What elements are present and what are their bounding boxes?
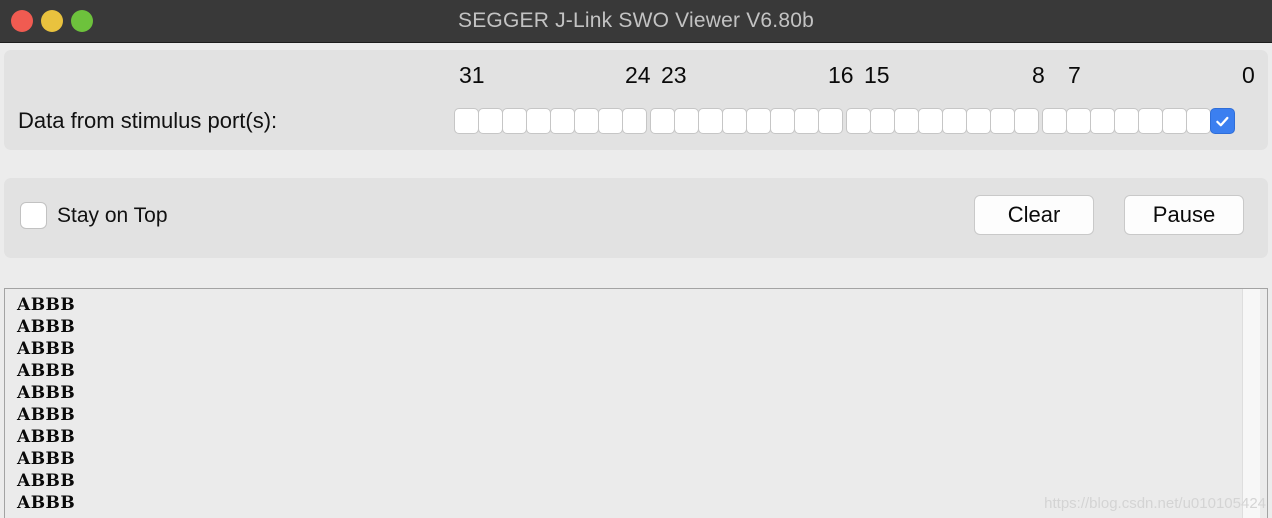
port-checkbox-bits-7-0-7[interactable] [1210, 108, 1235, 134]
port-checkbox-bits-31-24-4[interactable] [550, 108, 575, 134]
port-checkbox-bits-31-24-6[interactable] [598, 108, 623, 134]
port-checkbox-bits-15-8-5[interactable] [966, 108, 991, 134]
bit-label-31: 31 [459, 62, 485, 88]
port-checkbox-bits-7-0-3[interactable] [1114, 108, 1139, 134]
window-title: SEGGER J-Link SWO Viewer V6.80b [458, 9, 814, 32]
port-group-bits-15-8 [846, 108, 1039, 134]
bit-label-8: 8 [1032, 62, 1045, 88]
pause-button[interactable]: Pause [1124, 195, 1244, 235]
bit-label-16: 16 [828, 62, 854, 88]
port-checkbox-bits-31-24-3[interactable] [526, 108, 551, 134]
port-checkbox-bits-7-0-0[interactable] [1042, 108, 1067, 134]
clear-button[interactable]: Clear [974, 195, 1094, 235]
port-checkbox-bits-23-16-3[interactable] [722, 108, 747, 134]
port-checkbox-bits-23-16-6[interactable] [794, 108, 819, 134]
port-group-bits-7-0 [1042, 108, 1235, 134]
port-checkbox-bits-15-8-3[interactable] [918, 108, 943, 134]
stimulus-port-checkbox-groups [454, 108, 1235, 134]
port-checkbox-bits-31-24-2[interactable] [502, 108, 527, 134]
log-vertical-scrollbar[interactable] [1242, 289, 1260, 518]
close-button[interactable] [11, 10, 33, 32]
log-line: ABBB [17, 361, 76, 381]
log-line: ABBB [17, 427, 76, 447]
bit-label-15: 15 [864, 62, 890, 88]
bit-label-23: 23 [661, 62, 687, 88]
port-checkbox-bits-15-8-0[interactable] [846, 108, 871, 134]
log-line: ABBB [17, 339, 76, 359]
zoom-button[interactable] [71, 10, 93, 32]
log-line: ABBB [17, 449, 76, 469]
stimulus-port-label: Data from stimulus port(s): [18, 108, 278, 133]
port-checkbox-bits-31-24-0[interactable] [454, 108, 479, 134]
app-window: SEGGER J-Link SWO Viewer V6.80b 31 24 23 16… [0, 0, 1272, 518]
minimize-button[interactable] [41, 10, 63, 32]
port-checkbox-bits-31-24-1[interactable] [478, 108, 503, 134]
bit-label-0: 0 [1242, 62, 1255, 88]
controls-panel: Stay on Top Clear Pause [4, 178, 1268, 258]
traffic-light-buttons [11, 0, 93, 42]
port-group-bits-23-16 [650, 108, 843, 134]
port-checkbox-bits-15-8-6[interactable] [990, 108, 1015, 134]
log-area-right-border [1267, 289, 1268, 518]
port-checkbox-bits-15-8-1[interactable] [870, 108, 895, 134]
port-checkbox-bits-7-0-2[interactable] [1090, 108, 1115, 134]
port-checkbox-bits-7-0-1[interactable] [1066, 108, 1091, 134]
port-checkbox-bits-23-16-5[interactable] [770, 108, 795, 134]
port-checkbox-bits-7-0-5[interactable] [1162, 108, 1187, 134]
port-checkbox-bits-23-16-2[interactable] [698, 108, 723, 134]
port-group-bits-31-24 [454, 108, 647, 134]
stimulus-port-panel: 31 24 23 16 15 8 7 0 Data from stimulus port(s)… [4, 50, 1268, 150]
bit-label-7: 7 [1068, 62, 1081, 88]
log-line: ABBB [17, 295, 76, 315]
log-line-list: ABBB ABBB ABBB ABBB ABBB ABBB ABBB ABBB ABBB ABBB [17, 294, 75, 514]
port-checkbox-bits-15-8-2[interactable] [894, 108, 919, 134]
port-checkbox-bits-31-24-7[interactable] [622, 108, 647, 134]
port-checkbox-bits-15-8-4[interactable] [942, 108, 967, 134]
action-buttons: Clear Pause [974, 195, 1244, 235]
port-checkbox-bits-23-16-7[interactable] [818, 108, 843, 134]
swo-log-output[interactable]: ABBB ABBB ABBB ABBB ABBB ABBB ABBB ABBB ABBB ABBB [4, 288, 1268, 518]
log-line: ABBB [17, 405, 76, 425]
port-checkbox-bits-7-0-4[interactable] [1138, 108, 1163, 134]
stay-on-top-checkbox[interactable] [20, 202, 47, 229]
port-checkbox-bits-7-0-6[interactable] [1186, 108, 1211, 134]
port-checkbox-bits-23-16-0[interactable] [650, 108, 675, 134]
stay-on-top-label: Stay on Top [57, 203, 168, 227]
port-checkbox-bits-23-16-4[interactable] [746, 108, 771, 134]
log-line: ABBB [17, 383, 76, 403]
stay-on-top-row: Stay on Top [20, 202, 168, 229]
bit-number-labels: 31 24 23 16 15 8 7 0 [4, 50, 1268, 150]
log-line: ABBB [17, 471, 76, 491]
port-checkbox-bits-23-16-1[interactable] [674, 108, 699, 134]
bit-label-24: 24 [625, 62, 651, 88]
log-line: ABBB [17, 317, 76, 337]
window-titlebar: SEGGER J-Link SWO Viewer V6.80b [0, 0, 1272, 43]
log-line: ABBB [17, 493, 76, 513]
port-checkbox-bits-15-8-7[interactable] [1014, 108, 1039, 134]
port-checkbox-bits-31-24-5[interactable] [574, 108, 599, 134]
